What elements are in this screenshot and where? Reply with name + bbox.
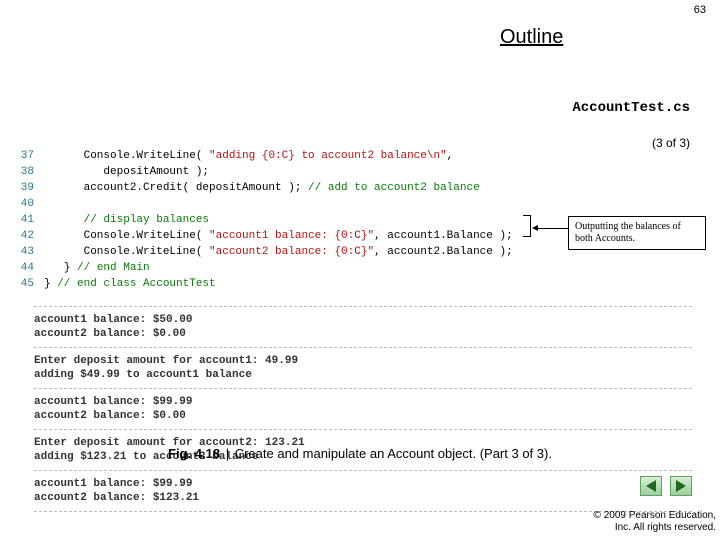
copyright-text: © 2009 Pearson Education, Inc. All right… [594,510,716,534]
line-number: 40 [18,196,44,212]
callout-arrow [532,228,568,229]
figure-caption: Fig. 4.18 | Create and manipulate an Acc… [0,446,720,461]
code-content: } // end Main [44,260,150,276]
page-number: 63 [694,4,706,16]
code-content: Console.WriteLine( "account1 balance: {0… [44,228,513,244]
output-line: account2 balance: $0.00 [34,327,692,341]
line-number: 44 [18,260,44,276]
output-line: Enter deposit amount for account1: 49.99 [34,354,692,368]
outline-heading: Outline [500,26,563,49]
line-number: 37 [18,148,44,164]
copyright-line-2: Inc. All rights reserved. [594,522,716,534]
nav-arrows [640,476,692,496]
line-number: 45 [18,276,44,292]
line-number: 39 [18,180,44,196]
triangle-left-icon [646,480,656,492]
output-line: account1 balance: $50.00 [34,313,692,327]
output-line: account1 balance: $99.99 [34,395,692,409]
output-line: account2 balance: $123.21 [34,491,692,505]
code-content: Console.WriteLine( "account2 balance: {0… [44,244,513,260]
code-line: 39 account2.Credit( depositAmount ); // … [18,180,702,196]
line-number: 42 [18,228,44,244]
output-line: account2 balance: $0.00 [34,409,692,423]
copyright-line-1: © 2009 Pearson Education, [594,510,716,522]
figure-separator: | [224,446,231,461]
program-output: account1 balance: $50.00account2 balance… [34,300,692,518]
output-line: account1 balance: $99.99 [34,477,692,491]
code-content: } // end class AccountTest [44,276,216,292]
prev-button[interactable] [640,476,662,496]
line-number: 41 [18,212,44,228]
file-name-label: AccountTest.cs [572,100,690,116]
code-line: 38 depositAmount ); [18,164,702,180]
line-number: 38 [18,164,44,180]
callout-box: Outputting the balances of both Accounts… [568,216,706,250]
code-line: 37 Console.WriteLine( "adding {0:C} to a… [18,148,702,164]
line-number: 43 [18,244,44,260]
next-button[interactable] [670,476,692,496]
code-content: account2.Credit( depositAmount ); // add… [44,180,480,196]
code-line: 44 } // end Main [18,260,702,276]
code-content: depositAmount ); [44,164,209,180]
figure-text: Create and manipulate an Account object.… [235,446,552,461]
code-line: 40 [18,196,702,212]
output-line: adding $49.99 to account1 balance [34,368,692,382]
code-line: 45} // end class AccountTest [18,276,702,292]
code-content: // display balances [44,212,209,228]
triangle-right-icon [676,480,686,492]
figure-number: Fig. 4.18 [168,446,220,461]
callout-bracket [523,215,531,237]
code-content: Console.WriteLine( "adding {0:C} to acco… [44,148,453,164]
